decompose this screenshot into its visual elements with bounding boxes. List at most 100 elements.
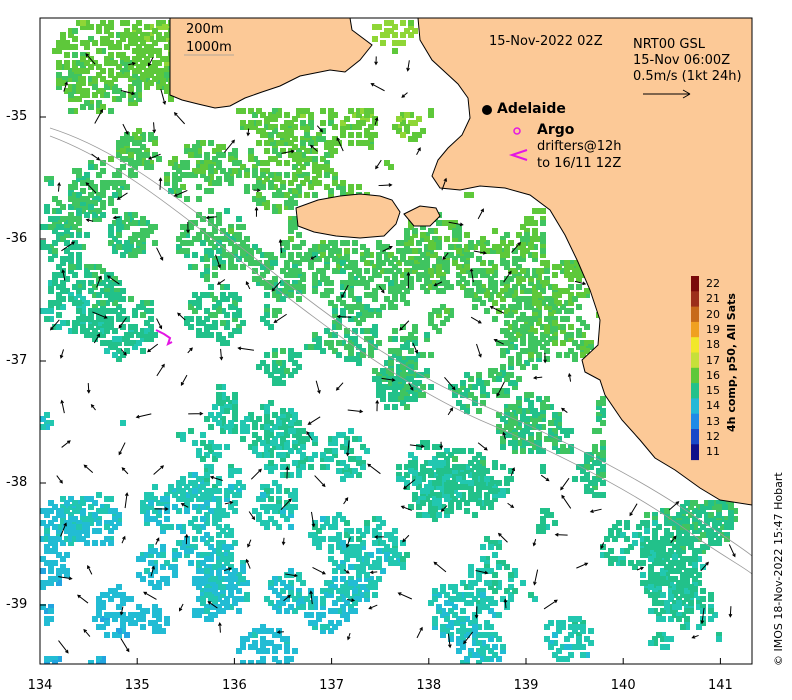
sst-pixel bbox=[292, 176, 298, 182]
sst-pixel bbox=[436, 328, 442, 334]
sst-pixel bbox=[392, 336, 398, 342]
sst-pixel bbox=[112, 192, 118, 198]
sst-pixel bbox=[480, 556, 486, 562]
sst-pixel bbox=[356, 344, 362, 350]
sst-pixel bbox=[96, 608, 102, 614]
sst-pixel bbox=[116, 180, 122, 186]
sst-pixel bbox=[284, 112, 290, 118]
sst-pixel bbox=[152, 240, 158, 246]
sst-pixel bbox=[348, 140, 354, 146]
sst-pixel bbox=[372, 560, 378, 566]
sst-pixel bbox=[504, 388, 510, 394]
sst-pixel bbox=[216, 160, 222, 166]
sst-pixel bbox=[656, 540, 662, 546]
sst-pixel bbox=[320, 464, 326, 470]
sst-pixel bbox=[348, 428, 354, 434]
sst-pixel bbox=[620, 560, 626, 566]
sst-pixel bbox=[136, 128, 142, 134]
sst-pixel bbox=[224, 492, 230, 498]
sst-pixel bbox=[208, 284, 214, 290]
sst-pixel bbox=[632, 532, 638, 538]
sst-pixel bbox=[200, 596, 206, 602]
sst-pixel bbox=[592, 492, 598, 498]
sst-pixel bbox=[264, 260, 270, 266]
sst-pixel bbox=[564, 656, 570, 662]
sst-pixel bbox=[356, 564, 362, 570]
sst-pixel bbox=[464, 500, 470, 506]
sst-pixel bbox=[228, 472, 234, 478]
sst-pixel bbox=[224, 312, 230, 318]
sst-pixel bbox=[148, 80, 154, 86]
sst-pixel bbox=[284, 368, 290, 374]
sst-pixel bbox=[92, 40, 98, 46]
sst-pixel bbox=[220, 144, 226, 150]
sst-pixel bbox=[340, 180, 346, 186]
sst-pixel bbox=[580, 652, 586, 658]
sst-pixel bbox=[584, 472, 590, 478]
sst-pixel bbox=[56, 72, 62, 78]
sst-pixel bbox=[664, 644, 670, 650]
sst-pixel bbox=[332, 560, 338, 566]
sst-pixel bbox=[436, 492, 442, 498]
sst-pixel bbox=[428, 320, 434, 326]
sst-pixel bbox=[84, 44, 90, 50]
sst-pixel bbox=[312, 620, 318, 626]
sst-pixel bbox=[372, 36, 378, 42]
sst-pixel bbox=[80, 92, 86, 98]
sst-pixel bbox=[520, 580, 526, 586]
sst-pixel bbox=[304, 596, 310, 602]
sst-pixel bbox=[664, 636, 670, 642]
sst-pixel bbox=[188, 172, 194, 178]
sst-pixel bbox=[444, 616, 450, 622]
sst-pixel bbox=[288, 492, 294, 498]
sst-pixel bbox=[472, 580, 478, 586]
sst-pixel bbox=[500, 352, 506, 358]
sst-pixel bbox=[80, 76, 86, 82]
sst-pixel bbox=[248, 156, 254, 162]
sst-pixel bbox=[300, 464, 306, 470]
sst-pixel bbox=[168, 96, 174, 102]
sst-pixel bbox=[460, 628, 466, 634]
sst-pixel bbox=[356, 460, 362, 466]
sst-pixel bbox=[204, 188, 210, 194]
sst-pixel bbox=[352, 580, 358, 586]
sst-pixel bbox=[424, 368, 430, 374]
sst-pixel bbox=[264, 628, 270, 634]
sst-pixel bbox=[140, 228, 146, 234]
sst-pixel bbox=[460, 608, 466, 614]
sst-pixel bbox=[152, 28, 158, 34]
sst-pixel bbox=[108, 108, 114, 114]
sst-pixel bbox=[104, 92, 110, 98]
sst-pixel bbox=[324, 328, 330, 334]
sst-pixel bbox=[496, 544, 502, 550]
sst-pixel bbox=[484, 632, 490, 638]
sst-pixel bbox=[384, 160, 390, 166]
sst-pixel bbox=[504, 564, 510, 570]
sst-pixel bbox=[284, 172, 290, 178]
sst-pixel bbox=[96, 492, 102, 498]
sst-pixel bbox=[232, 508, 238, 514]
sst-pixel bbox=[528, 336, 534, 342]
sst-pixel bbox=[280, 184, 286, 190]
sst-pixel bbox=[224, 524, 230, 530]
sst-pixel bbox=[144, 44, 150, 50]
sst-pixel bbox=[152, 140, 158, 146]
sst-pixel bbox=[664, 564, 670, 570]
sst-pixel bbox=[108, 496, 114, 502]
sst-pixel bbox=[228, 332, 234, 338]
sst-pixel bbox=[148, 516, 154, 522]
sst-pixel bbox=[388, 20, 394, 26]
sst-pixel bbox=[364, 520, 370, 526]
sst-pixel bbox=[536, 352, 542, 358]
sst-pixel bbox=[648, 576, 654, 582]
sst-pixel bbox=[544, 636, 550, 642]
sst-pixel bbox=[544, 328, 550, 334]
sst-pixel bbox=[392, 48, 398, 54]
sst-pixel bbox=[196, 448, 202, 454]
sst-pixel bbox=[392, 124, 398, 130]
sst-pixel bbox=[92, 616, 98, 622]
sst-pixel bbox=[648, 608, 654, 614]
sst-pixel bbox=[200, 432, 206, 438]
sst-pixel bbox=[96, 172, 102, 178]
sst-pixel bbox=[212, 444, 218, 450]
